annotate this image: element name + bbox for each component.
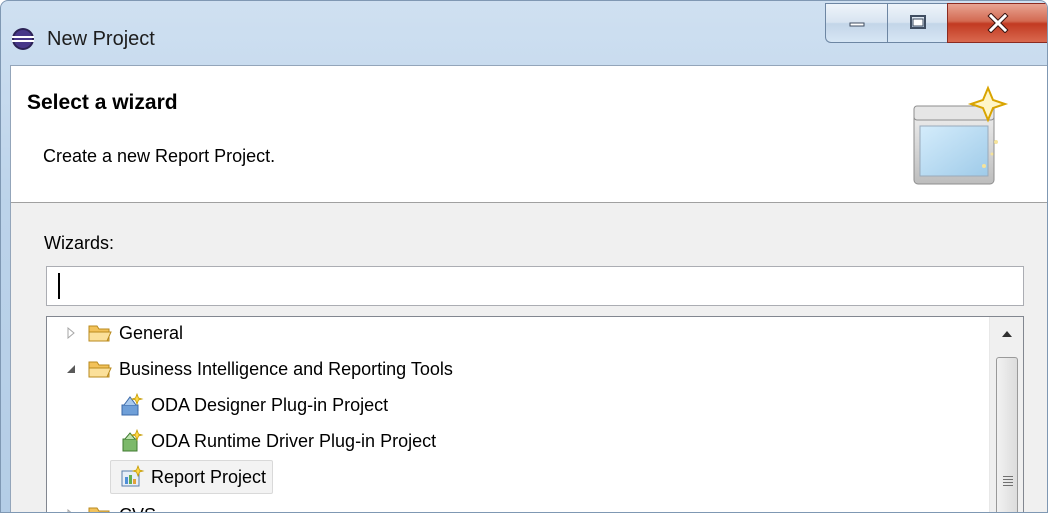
tree-item-label: ODA Runtime Driver Plug-in Project (151, 430, 437, 451)
folder-icon (88, 361, 112, 378)
title-bar[interactable]: New Project (1, 1, 1047, 67)
tree-item-label: CVS (119, 505, 156, 513)
vertical-scrollbar[interactable] (989, 317, 1023, 512)
wizard-header: Select a wizard Create a new Report Proj… (11, 66, 1047, 203)
wizards-label: Wizards: (44, 233, 115, 253)
eclipse-icon (12, 28, 34, 50)
page-description: Create a new Report Project. (43, 146, 276, 166)
page-title: Select a wizard (27, 91, 178, 114)
folder-icon (88, 325, 112, 342)
new-wizard-banner-icon (913, 85, 1009, 185)
close-icon (987, 13, 1009, 33)
tree-item-label: Business Intelligence and Reporting Tool… (119, 358, 453, 379)
minimize-button[interactable] (825, 3, 887, 43)
new-project-window: New Project Select a wizard Create a new… (0, 0, 1048, 513)
tree-expander-collapsed-icon[interactable] (61, 323, 81, 343)
tree-item-oda-runtime[interactable]: ODA Runtime Driver Plug-in Project (113, 423, 436, 459)
caption-buttons (825, 3, 1047, 43)
tree-item-birt[interactable]: Business Intelligence and Reporting Tool… (61, 351, 453, 387)
grip-line (1003, 479, 1013, 480)
plugin-project-icon (121, 393, 144, 416)
wizard-tree[interactable]: General Business Intelligence and Report… (46, 316, 1024, 513)
text-caret (58, 273, 60, 299)
scroll-up-arrow-icon (1001, 331, 1012, 337)
tree-expander-collapsed-icon[interactable] (61, 505, 81, 512)
tree-item-general[interactable]: General (61, 317, 184, 351)
grip-line (1003, 482, 1013, 483)
tree-item-label: General (119, 322, 184, 343)
tree-item-report-project[interactable]: Report Project (110, 460, 274, 494)
minimize-icon (849, 22, 864, 27)
plugin-project-icon (122, 429, 144, 452)
grip-line (1003, 485, 1013, 486)
maximize-button[interactable] (887, 3, 947, 43)
tree-item-label: Report Project (151, 466, 267, 487)
grip-line (1003, 476, 1013, 477)
wizard-filter-input[interactable] (46, 266, 1024, 306)
tree-expander-expanded-icon[interactable] (61, 359, 81, 379)
dialog-client-area: Select a wizard Create a new Report Proj… (10, 65, 1047, 513)
tree-item-cvs[interactable]: CVS (61, 497, 156, 513)
window-title: New Project (47, 28, 155, 50)
tree-item-label: ODA Designer Plug-in Project (151, 394, 389, 415)
folder-icon (88, 507, 110, 512)
scroll-up-button[interactable] (990, 317, 1023, 351)
report-project-icon (121, 465, 145, 487)
maximize-icon (909, 15, 926, 29)
close-button[interactable] (947, 3, 1047, 43)
tree-item-oda-designer[interactable]: ODA Designer Plug-in Project (113, 387, 388, 423)
scroll-thumb[interactable] (996, 357, 1018, 512)
